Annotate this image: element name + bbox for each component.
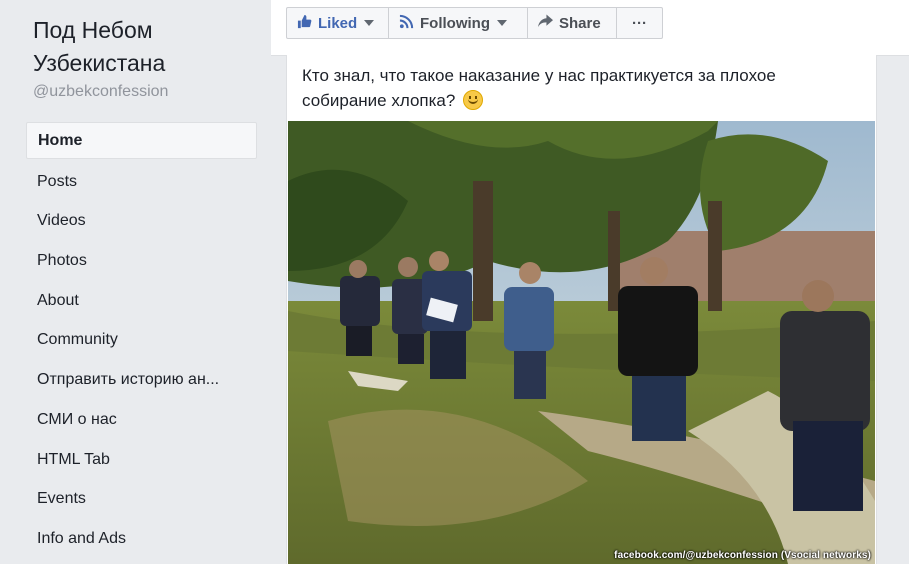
- nav-item-community[interactable]: Community: [26, 320, 257, 360]
- post-photo[interactable]: facebook.com/@uzbekconfession (Vsocial n…: [288, 121, 875, 564]
- thumbs-up-icon: [297, 14, 312, 33]
- chevron-down-icon: [496, 20, 507, 26]
- page-sidebar: Под Небом Узбекистана @uzbekconfession H…: [0, 0, 271, 564]
- following-button[interactable]: Following: [388, 7, 528, 39]
- share-label: Share: [559, 14, 601, 32]
- nav-item-videos[interactable]: Videos: [26, 201, 257, 241]
- nav-item-html-tab[interactable]: HTML Tab: [26, 440, 257, 480]
- smiley-icon: [463, 90, 484, 110]
- post-card: Кто знал, что такое наказание у нас прак…: [286, 55, 877, 564]
- nav-item-photos[interactable]: Photos: [26, 241, 257, 281]
- nav-item-media-about-us[interactable]: СМИ о нас: [26, 400, 257, 440]
- chevron-down-icon: [364, 20, 375, 26]
- nav-item-about[interactable]: About: [26, 281, 257, 321]
- post-text: Кто знал, что такое наказание у нас прак…: [302, 63, 857, 113]
- main-column: Liked Following Share ··· Кто знал, что …: [271, 0, 909, 564]
- post-message: Кто знал, что такое наказание у нас прак…: [302, 66, 776, 110]
- page-nav: Home Posts Videos Photos About Community…: [26, 122, 257, 559]
- more-label: ···: [632, 14, 647, 32]
- page-name[interactable]: Под Небом Узбекистана: [33, 14, 253, 80]
- page-handle[interactable]: @uzbekconfession: [33, 83, 168, 101]
- photo-credit: facebook.com/@uzbekconfession (Vsocial n…: [614, 550, 871, 561]
- photo-scene: [288, 121, 875, 564]
- liked-button[interactable]: Liked: [286, 7, 389, 39]
- page-action-bar: Liked Following Share ···: [271, 0, 909, 56]
- nav-item-info-and-ads[interactable]: Info and Ads: [26, 519, 257, 559]
- more-options-button[interactable]: ···: [616, 7, 663, 39]
- rss-icon: [399, 14, 414, 33]
- following-label: Following: [420, 14, 490, 32]
- liked-label: Liked: [318, 14, 358, 32]
- share-button[interactable]: Share: [527, 7, 617, 39]
- share-arrow-icon: [538, 14, 553, 32]
- nav-item-events[interactable]: Events: [26, 479, 257, 519]
- nav-item-home[interactable]: Home: [26, 122, 257, 159]
- nav-item-submit-story[interactable]: Отправить историю ан...: [26, 360, 257, 400]
- nav-item-posts[interactable]: Posts: [26, 162, 257, 202]
